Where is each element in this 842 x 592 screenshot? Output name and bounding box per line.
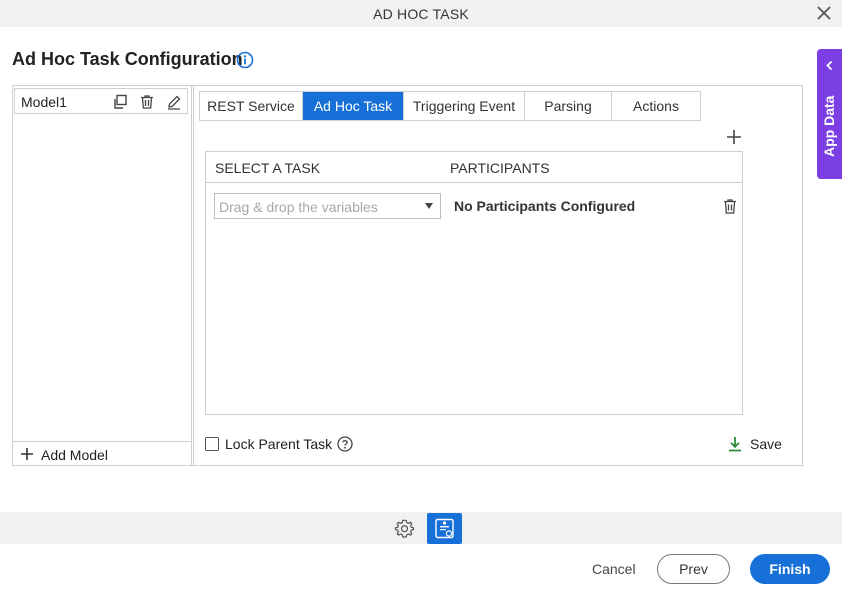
close-icon[interactable] bbox=[816, 5, 832, 21]
dialog-title: AD HOC TASK bbox=[373, 6, 469, 22]
lock-parent-task: Lock Parent Task bbox=[205, 436, 353, 452]
task-select-dropdown[interactable]: Drag & drop the variables bbox=[214, 193, 441, 219]
app-data-label: App Data bbox=[821, 95, 837, 157]
finish-button[interactable]: Finish bbox=[750, 554, 830, 584]
edit-icon[interactable] bbox=[166, 94, 182, 110]
add-row-icon[interactable] bbox=[726, 129, 742, 145]
trash-icon[interactable] bbox=[722, 198, 738, 215]
task-grid: SELECT A TASK PARTICIPANTS Drag & drop t… bbox=[205, 151, 743, 415]
column-header-participants: PARTICIPANTS bbox=[450, 160, 550, 176]
copy-icon[interactable] bbox=[112, 94, 128, 110]
chevron-left-icon bbox=[826, 60, 833, 71]
tab-parsing[interactable]: Parsing bbox=[525, 92, 612, 120]
column-header-select-task: SELECT A TASK bbox=[215, 160, 321, 176]
app-data-panel-toggle[interactable]: App Data bbox=[817, 49, 842, 179]
gear-icon[interactable] bbox=[394, 518, 415, 539]
tab-bar: REST Service Ad Hoc Task Triggering Even… bbox=[199, 91, 701, 121]
add-model-button[interactable]: Add Model bbox=[13, 441, 191, 465]
participants-value: No Participants Configured bbox=[454, 198, 636, 214]
tab-ad-hoc-task[interactable]: Ad Hoc Task bbox=[303, 92, 404, 120]
bottom-toolbar bbox=[0, 512, 842, 544]
model-item[interactable]: Model1 bbox=[14, 88, 188, 114]
form-icon bbox=[435, 518, 454, 539]
model-name: Model1 bbox=[21, 94, 67, 110]
add-model-label: Add Model bbox=[41, 447, 108, 463]
page-title: Ad Hoc Task Configuration bbox=[12, 49, 243, 69]
dialog-title-bar: AD HOC TASK bbox=[0, 0, 842, 27]
tab-triggering-event[interactable]: Triggering Event bbox=[404, 92, 525, 120]
save-label: Save bbox=[750, 436, 782, 452]
lock-parent-task-label: Lock Parent Task bbox=[225, 436, 333, 452]
cancel-button[interactable]: Cancel bbox=[592, 561, 636, 577]
tab-rest-service[interactable]: REST Service bbox=[200, 92, 303, 120]
download-icon bbox=[729, 437, 741, 452]
configuration-panel: Model1 Add Model REST Service Ad Hoc Tas… bbox=[12, 85, 803, 466]
help-icon[interactable] bbox=[337, 436, 353, 452]
prev-button[interactable]: Prev bbox=[657, 554, 730, 584]
plus-icon bbox=[21, 448, 33, 460]
grid-header: SELECT A TASK PARTICIPANTS bbox=[206, 152, 742, 183]
tab-actions[interactable]: Actions bbox=[612, 92, 700, 120]
lock-parent-task-checkbox[interactable] bbox=[205, 437, 219, 451]
model-list: Model1 Add Model bbox=[13, 86, 192, 465]
trash-icon[interactable] bbox=[139, 94, 155, 110]
info-icon[interactable] bbox=[236, 51, 254, 69]
form-designer-button[interactable] bbox=[427, 513, 462, 544]
save-button[interactable]: Save bbox=[727, 436, 782, 452]
task-config-area: REST Service Ad Hoc Task Triggering Even… bbox=[193, 86, 802, 465]
dropdown-arrow-icon bbox=[425, 203, 433, 209]
task-select-placeholder: Drag & drop the variables bbox=[219, 199, 378, 215]
